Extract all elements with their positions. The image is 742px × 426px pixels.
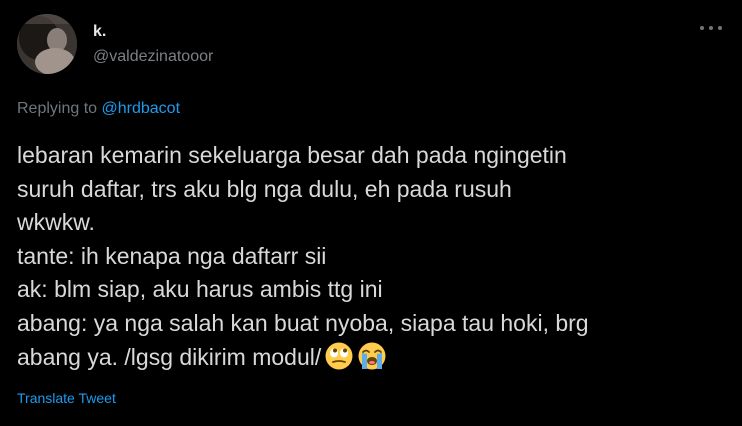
dot <box>709 26 713 30</box>
tweet-text: lebaran kemarin sekeluarga besar dah pad… <box>17 139 732 380</box>
dot <box>700 26 704 30</box>
dot <box>718 26 722 30</box>
profile-photo <box>17 14 77 74</box>
replying-to-label: Replying to <box>17 100 102 117</box>
tweet-line: abang: ya nga salah kan buat nyoba, siap… <box>17 309 589 336</box>
tweet-line-last: abang ya. /lgsg dikirim modul/ <box>17 341 732 381</box>
reply-mention-link[interactable]: @hrdbacot <box>102 100 181 117</box>
tweet-line: suruh daftar, trs aku blg nga dulu, eh p… <box>17 175 512 202</box>
loudly-crying-face-icon <box>357 341 387 381</box>
tweet-line: wkwkw. <box>17 209 95 236</box>
more-options-icon[interactable] <box>700 22 722 34</box>
face-with-rolling-eyes-icon <box>324 341 354 381</box>
author-info[interactable]: k. @valdezinatooor <box>93 23 213 66</box>
user-handle[interactable]: @valdezinatooor <box>93 48 213 66</box>
tweet-line-text: abang ya. /lgsg dikirim modul/ <box>17 343 322 370</box>
tweet-line: tante: ih kenapa nga daftarr sii <box>17 242 327 269</box>
translate-tweet-link[interactable]: Translate Tweet <box>17 389 116 407</box>
replying-to: Replying to @hrdbacot <box>17 99 180 119</box>
tweet-line: lebaran kemarin sekeluarga besar dah pad… <box>17 142 567 168</box>
tweet-card: k. @valdezinatooor Replying to @hrdbacot… <box>0 0 742 426</box>
display-name[interactable]: k. <box>93 23 213 41</box>
tweet-line: ak: blm siap, aku harus ambis ttg ini <box>17 276 383 303</box>
avatar[interactable] <box>17 14 77 74</box>
